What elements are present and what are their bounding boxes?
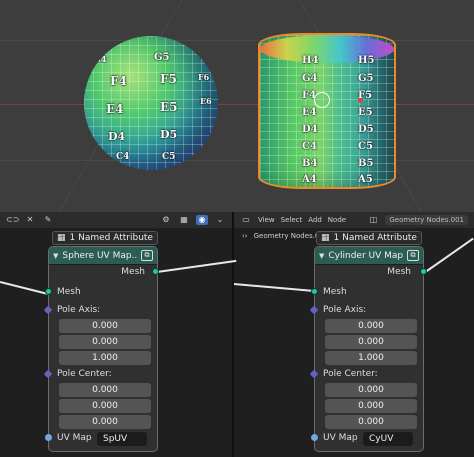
sphere-label: F6 [198, 72, 210, 82]
uv-map-name-field[interactable]: SpUV [97, 432, 147, 446]
sphere-label: F5 [160, 72, 177, 86]
cylinder-object[interactable]: H4 H5 G4 G5 F4 F5 E4 E5 D4 D5 C4 C5 B4 B… [258, 33, 396, 189]
output-mesh-socket[interactable] [420, 268, 427, 275]
breadcrumb-arrows-icon: ‹› [242, 232, 248, 240]
menu-select[interactable]: Select [281, 216, 303, 224]
cylinder-label: G4 [302, 73, 318, 84]
link-icon[interactable]: ⊂⊃ [6, 215, 19, 225]
pole-center-z-field[interactable]: 0.000 [325, 415, 417, 429]
pole-center-y-field[interactable]: 0.000 [325, 399, 417, 413]
sphere-uv-map-node[interactable]: ▼ Sphere UV Map... ⧉ Mesh Mesh Pole Axis… [48, 246, 158, 452]
grid-line [0, 40, 474, 41]
sphere-label: E4 [106, 102, 124, 116]
input-mesh-label: Mesh [57, 287, 81, 297]
cylinder-label: C4 [302, 141, 317, 152]
output-mesh-socket[interactable] [152, 268, 159, 275]
pole-center-label: Pole Center: [323, 369, 378, 379]
cylinder-label: D5 [358, 124, 374, 135]
pin-icon[interactable]: ✎ [42, 215, 54, 225]
cylinder-label: A4 [302, 174, 317, 185]
cylinder-label: A5 [358, 174, 373, 185]
pole-center-x-field[interactable]: 0.000 [325, 383, 417, 397]
pole-center-z-field[interactable]: 0.000 [59, 415, 151, 429]
editor-header: ▭ View Select Add Node ◫ Geometry Nodes.… [234, 212, 474, 228]
input-mesh-socket[interactable] [311, 288, 318, 295]
chevron-down-icon[interactable]: ▼ [319, 252, 324, 260]
named-attribute-chip[interactable]: ▦ 1 Named Attribute [316, 231, 422, 245]
uv-map-label: UV Map [57, 433, 92, 443]
output-mesh-label: Mesh [387, 267, 411, 277]
menu-add[interactable]: Add [308, 216, 322, 224]
cylinder-label: H5 [358, 55, 375, 66]
menu-node[interactable]: Node [328, 216, 346, 224]
sphere-label: G5 [154, 52, 170, 63]
sphere-label: G4 [94, 54, 107, 64]
sphere-label: E5 [160, 100, 178, 114]
chevron-down-icon[interactable]: ▼ [53, 252, 58, 260]
pole-axis-x-field[interactable]: 0.000 [325, 319, 417, 333]
input-mesh-socket[interactable] [45, 288, 52, 295]
sphere-label: E6 [200, 96, 212, 106]
sphere-label: C5 [162, 152, 176, 162]
close-icon[interactable]: ✕ [24, 215, 36, 225]
attribute-icon: ▦ [57, 233, 66, 243]
node-tree-icon: ◫ [369, 215, 378, 224]
sphere-label: D4 [108, 130, 126, 143]
cylinder-label: D4 [302, 124, 318, 135]
cylinder-label: E4 [302, 107, 317, 118]
attribute-chip-label: 1 Named Attribute [333, 233, 417, 243]
menu-view[interactable]: View [258, 216, 275, 224]
3d-viewport[interactable]: G5 F4 F5 E4 E5 D4 D5 C4 C5 E6 F6 G4 H4 H… [0, 0, 474, 212]
sphere-label: F4 [110, 74, 127, 88]
cylinder-label: G5 [358, 73, 374, 84]
object-origin-dot [358, 98, 363, 103]
node-tree-name-field[interactable]: Geometry Nodes.001 [385, 215, 468, 225]
uv-map-label: UV Map [323, 433, 358, 443]
uv-map-socket[interactable] [45, 434, 52, 441]
output-mesh-label: Mesh [121, 267, 145, 277]
pole-axis-z-field[interactable]: 1.000 [59, 351, 151, 365]
snap-icon[interactable]: ◉ [196, 215, 208, 225]
grid-line [0, 160, 474, 161]
pole-axis-y-field[interactable]: 0.000 [59, 335, 151, 349]
node-group-icon[interactable]: ⧉ [407, 250, 419, 261]
cylinder-label: B5 [358, 158, 374, 169]
uv-map-socket[interactable] [311, 434, 318, 441]
node-title: Sphere UV Map... [62, 250, 137, 261]
uv-map-name-field[interactable]: CyUV [363, 432, 413, 446]
cylinder-label: B4 [302, 158, 318, 169]
pole-axis-y-field[interactable]: 0.000 [325, 335, 417, 349]
node-group-icon[interactable]: ⧉ [141, 250, 153, 261]
attribute-icon: ▦ [321, 233, 330, 243]
editor-header: ⊂⊃ ✕ ✎ ⚙ ▦ ◉ ⌄ [0, 212, 232, 228]
editor-type-icon[interactable]: ▭ [240, 215, 252, 225]
cylinder-label: E5 [358, 107, 373, 118]
pole-axis-x-field[interactable]: 0.000 [59, 319, 151, 333]
cylinder-label: H4 [302, 55, 319, 66]
gizmo-icon[interactable]: ⚙ [160, 215, 172, 225]
node-title: Cylinder UV Map... [328, 250, 403, 261]
pole-center-label: Pole Center: [57, 369, 112, 379]
node-header[interactable]: ▼ Cylinder UV Map... ⧉ [315, 247, 423, 265]
chevron-down-icon[interactable]: ⌄ [214, 215, 226, 225]
pole-axis-z-field[interactable]: 1.000 [325, 351, 417, 365]
overlay-icon[interactable]: ▦ [178, 215, 190, 225]
pole-axis-label: Pole Axis: [57, 305, 101, 315]
3d-cursor[interactable] [314, 92, 330, 108]
cylinder-uv-map-node[interactable]: ▼ Cylinder UV Map... ⧉ Mesh Mesh Pole Ax… [314, 246, 424, 452]
pole-center-x-field[interactable]: 0.000 [59, 383, 151, 397]
pole-axis-label: Pole Axis: [323, 305, 367, 315]
input-mesh-label: Mesh [323, 287, 347, 297]
cylinder-label: C5 [358, 141, 373, 152]
uv-sphere-object[interactable]: G5 F4 F5 E4 E5 D4 D5 C4 C5 E6 F6 G4 [84, 36, 218, 170]
x-axis-line [0, 104, 474, 105]
sphere-label: D5 [160, 128, 178, 141]
named-attribute-chip[interactable]: ▦ 1 Named Attribute [52, 231, 158, 245]
sphere-label: C4 [116, 152, 130, 162]
pole-center-y-field[interactable]: 0.000 [59, 399, 151, 413]
node-header[interactable]: ▼ Sphere UV Map... ⧉ [49, 247, 157, 265]
attribute-chip-label: 1 Named Attribute [69, 233, 153, 243]
